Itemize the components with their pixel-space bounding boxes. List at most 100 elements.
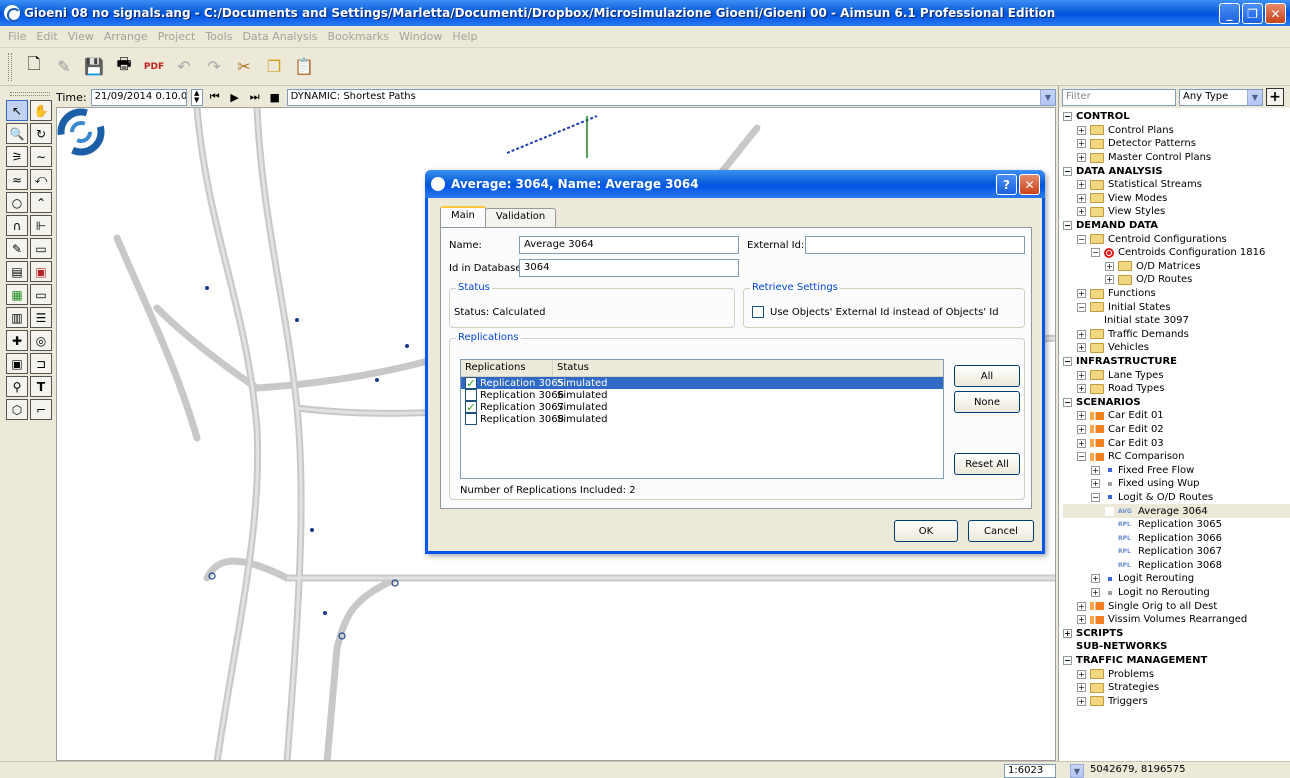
new-document-icon[interactable]: 🗋 — [22, 54, 46, 79]
tree-item[interactable]: + Car Edit 02 — [1063, 423, 1290, 437]
palette-grip[interactable] — [10, 92, 50, 96]
expand-icon[interactable]: + — [1077, 424, 1086, 434]
cancel-button[interactable]: Cancel — [968, 520, 1034, 542]
none-button[interactable]: None — [954, 391, 1020, 413]
expand-icon[interactable]: + — [1077, 125, 1086, 135]
tree-item[interactable]: − Logit & O/D Routes — [1063, 491, 1290, 505]
layer-tool[interactable]: ☰ — [30, 307, 52, 328]
retrieve-option-row[interactable]: Use Objects' External Id instead of Obje… — [752, 306, 999, 318]
expand-icon[interactable]: + — [1091, 465, 1100, 475]
tree-item[interactable]: + Road Types — [1063, 382, 1290, 396]
collapse-icon[interactable]: − — [1077, 452, 1086, 462]
expand-icon[interactable]: + — [1091, 588, 1100, 598]
print-icon[interactable]: 🖶 — [112, 54, 136, 79]
camera-tool[interactable]: ▣ — [6, 353, 28, 374]
scale-input[interactable]: 1:6023 — [1004, 764, 1056, 778]
menu-item-data-analysis[interactable]: Data Analysis — [242, 30, 317, 43]
external-id-field[interactable] — [805, 236, 1025, 254]
tree-item[interactable]: + Traffic Demands — [1063, 328, 1290, 342]
undo-icon[interactable]: ↶ — [172, 55, 196, 79]
vms-tool[interactable]: ▣ — [30, 261, 52, 282]
polyline-tool[interactable]: ≈ — [6, 169, 28, 190]
replication-checkbox[interactable] — [465, 413, 477, 425]
zoom-tool[interactable]: 🔍 — [6, 123, 28, 144]
tree-item[interactable]: RPL Replication 3068 — [1063, 559, 1290, 573]
node-tool[interactable]: ○ — [6, 192, 28, 213]
expand-icon[interactable]: + — [1105, 275, 1114, 285]
expand-icon[interactable]: + — [1077, 139, 1086, 149]
signal-tool[interactable]: ▥ — [6, 307, 28, 328]
tree-item[interactable]: + Logit no Rerouting — [1063, 586, 1290, 600]
dialog-close-button[interactable]: ✕ — [1019, 174, 1040, 195]
step-icon[interactable]: ⏭ — [247, 89, 263, 105]
collapse-icon[interactable]: − — [1077, 302, 1086, 312]
expand-icon[interactable]: + — [1077, 669, 1086, 679]
column-replications[interactable]: Replications — [461, 360, 553, 376]
time-spinner[interactable]: ▲ ▼ — [190, 88, 203, 106]
tree-item[interactable]: + View Styles — [1063, 205, 1290, 219]
pin-tool[interactable]: ⚲ — [6, 376, 28, 397]
expand-icon[interactable]: + — [1077, 289, 1086, 299]
expand-icon[interactable]: + — [1091, 574, 1100, 584]
tree-item[interactable]: − RC Comparison — [1063, 450, 1290, 464]
tree-item[interactable]: − CONTROL — [1063, 110, 1290, 124]
table-row[interactable]: ✓ Replication 3065 Simulated — [461, 377, 943, 390]
tree-item[interactable]: + Strategies — [1063, 681, 1290, 695]
turn-tool[interactable]: ⤺ — [30, 169, 52, 190]
pencil-tool[interactable]: ✎ — [6, 238, 28, 259]
curve-tool[interactable]: ∼ — [30, 146, 52, 167]
pdf-icon[interactable]: PDF — [142, 55, 166, 79]
junction-tool[interactable]: ⊩ — [30, 215, 52, 236]
open-icon[interactable]: ✎ — [52, 55, 76, 79]
minimize-button[interactable]: _ — [1219, 3, 1240, 24]
tab-validation[interactable]: Validation — [484, 208, 557, 227]
tree-item[interactable]: − SCENARIOS — [1063, 395, 1290, 409]
collapse-icon[interactable]: − — [1077, 234, 1086, 244]
tree-item[interactable]: RPL Replication 3067 — [1063, 545, 1290, 559]
expand-icon[interactable]: + — [1077, 615, 1086, 625]
roundabout-tool[interactable]: ∩ — [6, 215, 28, 236]
pan-tool[interactable]: ✋ — [30, 100, 52, 121]
expand-icon[interactable]: + — [1077, 601, 1086, 611]
maximize-button[interactable]: ❐ — [1242, 3, 1263, 24]
table-row[interactable]: ✓ Replication 3067 Simulated — [461, 401, 943, 414]
type-select[interactable]: Any Type ▼ — [1179, 88, 1263, 106]
stop-icon[interactable]: ■ — [267, 89, 283, 105]
tree-item[interactable]: Initial state 3097 — [1063, 314, 1290, 328]
arc-tool[interactable]: ⌃ — [30, 192, 52, 213]
tree-item[interactable]: SUB-NETWORKS — [1063, 640, 1290, 654]
replication-checkbox[interactable]: ✓ — [465, 401, 477, 414]
tree-item[interactable]: + Fixed using Wup — [1063, 477, 1290, 491]
collapse-icon[interactable]: − — [1091, 248, 1100, 258]
reset-all-button[interactable]: Reset All — [954, 453, 1020, 475]
replication-checkbox[interactable] — [465, 389, 477, 401]
menu-item-arrange[interactable]: Arrange — [104, 30, 148, 43]
tree-item[interactable]: + Vissim Volumes Rearranged — [1063, 613, 1290, 627]
tree-item[interactable]: + Single Orig to all Dest — [1063, 599, 1290, 613]
ruler-tool[interactable]: ⌐ — [30, 399, 52, 420]
play-icon[interactable]: ▶ — [227, 89, 243, 105]
tree-item[interactable]: + Detector Patterns — [1063, 137, 1290, 151]
tree-item[interactable]: RPL Replication 3065 — [1063, 518, 1290, 532]
menu-item-tools[interactable]: Tools — [205, 30, 232, 43]
ok-button[interactable]: OK — [894, 520, 958, 542]
expand-icon[interactable]: + — [1077, 180, 1086, 190]
menu-item-view[interactable]: View — [68, 30, 94, 43]
expand-icon[interactable]: + — [1077, 207, 1086, 217]
tree-item[interactable]: + Functions — [1063, 287, 1290, 301]
menu-item-window[interactable]: Window — [399, 30, 442, 43]
toolbar-grip[interactable] — [8, 52, 12, 81]
expand-icon[interactable]: + — [1077, 411, 1086, 421]
expand-icon[interactable]: + — [1077, 384, 1086, 394]
all-button[interactable]: All — [954, 365, 1020, 387]
tree-item[interactable]: − Centroids Configuration 1816 — [1063, 246, 1290, 260]
target-tool[interactable]: ◎ — [30, 330, 52, 351]
menu-item-file[interactable]: File — [8, 30, 26, 43]
tree-item[interactable]: + Fixed Free Flow — [1063, 463, 1290, 477]
column-status[interactable]: Status — [553, 360, 943, 376]
tree-item[interactable]: + Statistical Streams — [1063, 178, 1290, 192]
tree-item[interactable]: − Centroid Configurations — [1063, 232, 1290, 246]
tree-item[interactable]: + Master Control Plans — [1063, 151, 1290, 165]
cut-icon[interactable]: ✂ — [232, 55, 256, 79]
tree-item[interactable]: + Control Plans — [1063, 124, 1290, 138]
